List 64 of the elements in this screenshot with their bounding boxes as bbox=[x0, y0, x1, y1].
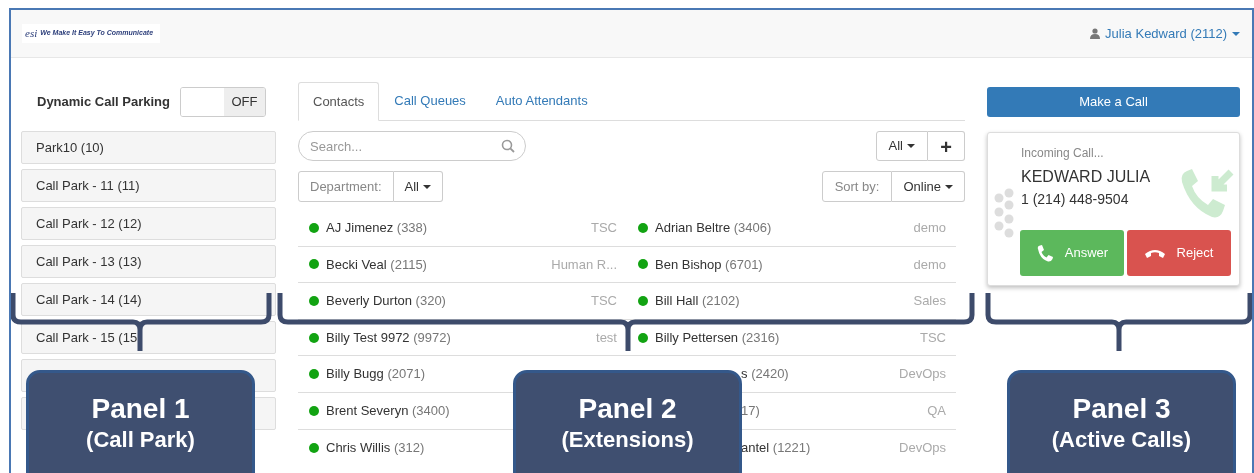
department-text: test bbox=[596, 328, 617, 347]
caret-icon bbox=[945, 184, 953, 189]
dots-drawing bbox=[993, 188, 1015, 238]
contact-name[interactable]: Billy Bugg (2071) bbox=[326, 364, 425, 384]
filter-dropdown[interactable]: All bbox=[875, 131, 928, 161]
callout-title: Panel 2 bbox=[578, 393, 677, 425]
dynamic-call-parking-label: Dynamic Call Parking bbox=[37, 93, 171, 112]
sort-dropdown[interactable]: Online bbox=[892, 171, 965, 202]
department-text: DevOps bbox=[899, 365, 946, 384]
caller-number: 1 (214) 448-9504 bbox=[1021, 190, 1130, 209]
tab[interactable]: Contacts bbox=[298, 82, 380, 121]
contact-name[interactable]: Ben Bishop (6701) bbox=[655, 254, 763, 275]
contact-name[interactable]: Becki Veal (2115) bbox=[326, 254, 427, 275]
department-text: TSC bbox=[920, 328, 946, 347]
department-dropdown[interactable]: All bbox=[393, 171, 443, 202]
call-park-slot[interactable]: Call Park - 11 (11) bbox=[21, 169, 276, 202]
contact-name[interactable]: Adrian Beltre (3406) bbox=[655, 218, 772, 238]
off-toggle[interactable]: OFF bbox=[180, 87, 266, 117]
caller-name: KEDWARD JULIA bbox=[1021, 167, 1151, 187]
contact-name[interactable]: s (2420) bbox=[741, 364, 789, 384]
department-text: DevOps bbox=[899, 439, 946, 458]
callout-title: Panel 1 bbox=[91, 393, 190, 425]
phone-icon bbox=[1035, 244, 1053, 262]
department-text: Sales bbox=[913, 292, 946, 311]
callout-subtitle: (Call Park) bbox=[86, 426, 195, 454]
contact-name[interactable]: Bill Hall (2102) bbox=[655, 291, 740, 311]
caret-icon bbox=[423, 184, 431, 189]
department-text: TSC bbox=[591, 219, 617, 238]
caret-icon bbox=[907, 144, 915, 148]
search-field[interactable]: Search... bbox=[298, 131, 526, 161]
user-menu[interactable]: Julia Kedward (2112) bbox=[1090, 23, 1240, 44]
tab[interactable]: Call Queues bbox=[379, 82, 481, 120]
call-park-slot[interactable]: Call Park - 13 (13) bbox=[21, 245, 276, 278]
search-icon bbox=[501, 139, 515, 153]
reject-button[interactable]: Reject bbox=[1127, 230, 1231, 276]
call-park-slot[interactable]: Park10 (10) bbox=[21, 131, 276, 164]
contact-name[interactable]: Beverly Durton (320) bbox=[326, 291, 446, 311]
contact-name[interactable]: antel (1221) bbox=[741, 438, 811, 458]
person-icon bbox=[1090, 28, 1101, 39]
contact-name[interactable]: Chris Willis (312) bbox=[326, 438, 425, 458]
logo-mark: esi bbox=[25, 26, 38, 42]
call-park-slot[interactable]: Call Park - 14 (14) bbox=[21, 283, 276, 316]
caret-icon bbox=[1232, 31, 1240, 36]
callout-subtitle: (Active Calls) bbox=[1051, 426, 1192, 454]
contact-name[interactable]: Billy Pettersen (2316) bbox=[655, 327, 780, 348]
sort-label: Sort by: bbox=[821, 171, 893, 202]
callout-subtitle: (Extensions) bbox=[561, 426, 694, 454]
call-park-slot[interactable]: Call Park - 12 (12) bbox=[21, 207, 276, 240]
department-label: Department: bbox=[298, 171, 394, 202]
department-text: demo bbox=[913, 255, 946, 274]
hang-up-icon bbox=[1144, 248, 1165, 258]
contact-name[interactable]: Brent Severyn (3400) bbox=[326, 401, 450, 421]
department-text: QA bbox=[927, 402, 946, 420]
department-text: TSC bbox=[591, 292, 617, 311]
tab[interactable]: Auto Attendants bbox=[480, 82, 603, 120]
make-a-call-button[interactable]: Make a Call bbox=[987, 87, 1240, 117]
department-text: Human R... bbox=[551, 255, 617, 274]
call-status: Incoming Call... bbox=[1021, 145, 1105, 162]
callout-title: Panel 3 bbox=[1072, 393, 1171, 425]
add-button[interactable]: + bbox=[928, 131, 965, 161]
contact-name[interactable]: Billy Test 9972 (9972) bbox=[326, 327, 451, 348]
contact-name[interactable]: AJ Jimenez (338) bbox=[326, 218, 428, 238]
contact-name[interactable]: 17) bbox=[741, 401, 760, 421]
department-text: demo bbox=[913, 219, 946, 238]
